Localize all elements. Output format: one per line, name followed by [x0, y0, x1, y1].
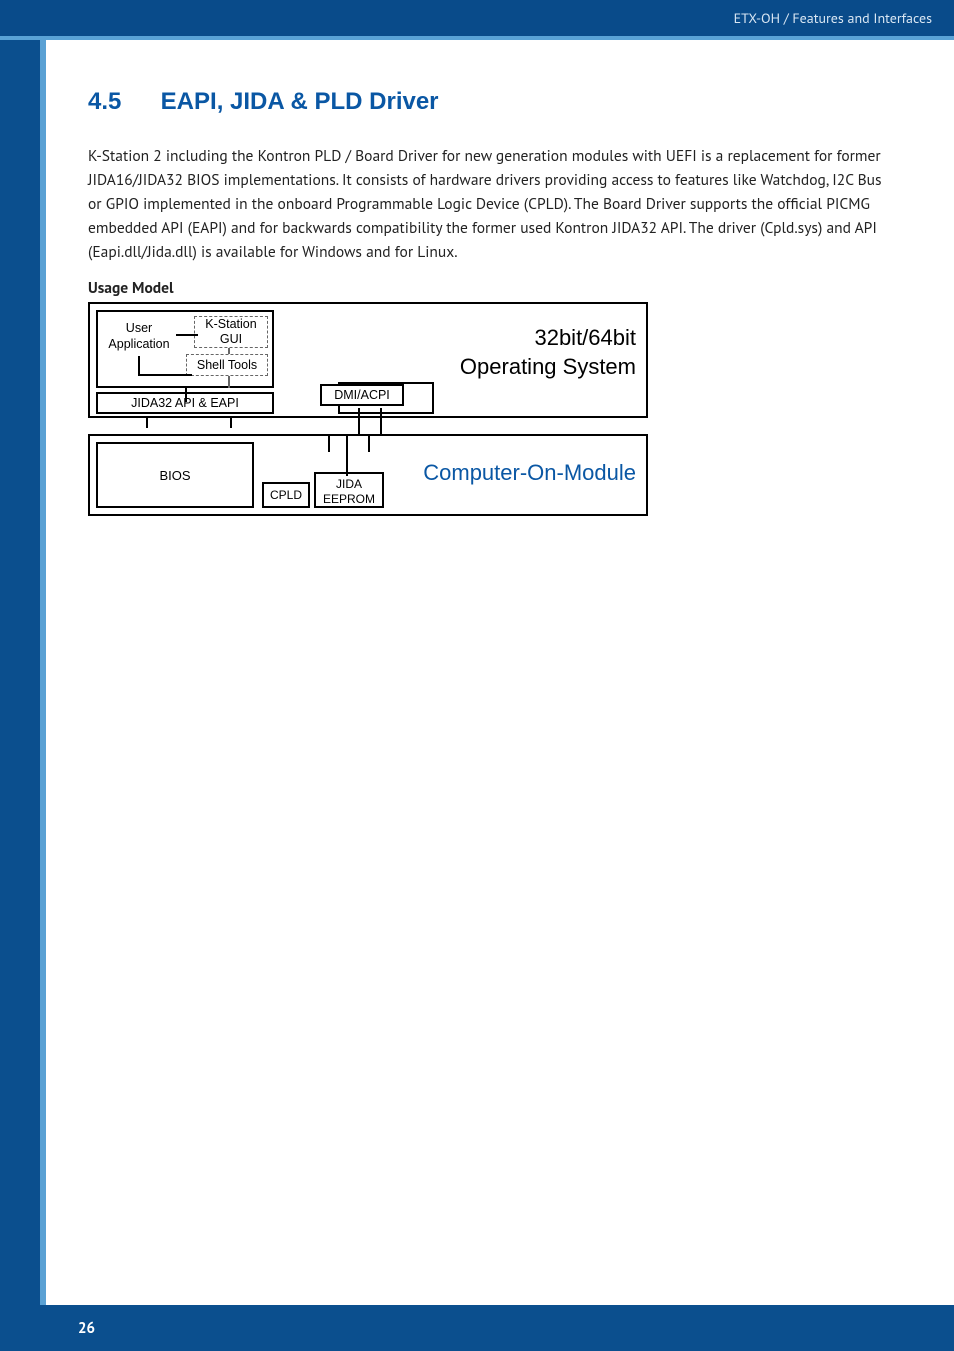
os-label: 32bit/64bit Operating System	[460, 324, 636, 381]
connector-line	[228, 376, 230, 388]
bios-box: BIOS	[96, 442, 254, 508]
os-label-line1: 32bit/64bit	[460, 324, 636, 353]
connector-line	[368, 436, 370, 452]
connector-line	[230, 416, 232, 428]
cpld-box: CPLD	[262, 482, 310, 508]
page-content: 4.5 EAPI, JIDA & PLD Driver K-Station 2 …	[88, 88, 894, 516]
connector-line	[138, 356, 140, 376]
module-block: BIOS CPLD JIDA EEPROM Computer-On-Module	[88, 434, 648, 516]
jida32-eapi-box: JIDA32 API & EAPI	[96, 392, 274, 414]
os-block: User Application K-Station GUI Shell Too…	[88, 302, 648, 418]
connector-line	[176, 334, 198, 336]
section-heading: 4.5 EAPI, JIDA & PLD Driver	[88, 88, 894, 116]
os-label-line2: Operating System	[460, 353, 636, 382]
page-number: 26	[48, 1305, 125, 1351]
dmi-acpi-box: DMI/ACPI	[320, 384, 404, 406]
connector-line	[228, 348, 230, 354]
app-stack: User Application K-Station GUI Shell Too…	[96, 310, 274, 388]
computer-on-module-label: Computer-On-Module	[423, 460, 636, 486]
jida-eeprom-box: JIDA EEPROM	[314, 472, 384, 508]
connector-line	[380, 408, 382, 436]
connector-line	[346, 436, 348, 476]
connector-line	[138, 374, 192, 376]
kstation-gui-box: K-Station GUI	[194, 316, 268, 348]
user-application-box: User Application	[102, 316, 176, 356]
usage-model-diagram: User Application K-Station GUI Shell Too…	[88, 302, 648, 516]
usage-model-subhead: Usage Model	[88, 278, 894, 298]
section-paragraph: K-Station 2 including the Kontron PLD / …	[88, 144, 894, 264]
connector-line	[358, 408, 360, 436]
connector-line	[328, 436, 330, 452]
breadcrumb: ETX-OH / Features and Interfaces	[734, 9, 932, 27]
header-bar: ETX-OH / Features and Interfaces	[0, 0, 954, 36]
footer-bar: 26	[0, 1305, 954, 1351]
header-underline	[0, 36, 954, 40]
shell-tools-box: Shell Tools	[186, 354, 268, 376]
section-title-text: EAPI, JIDA & PLD Driver	[161, 88, 439, 115]
connector-line	[146, 416, 148, 428]
left-spine-accent	[40, 36, 46, 1351]
section-number: 4.5	[88, 88, 154, 116]
